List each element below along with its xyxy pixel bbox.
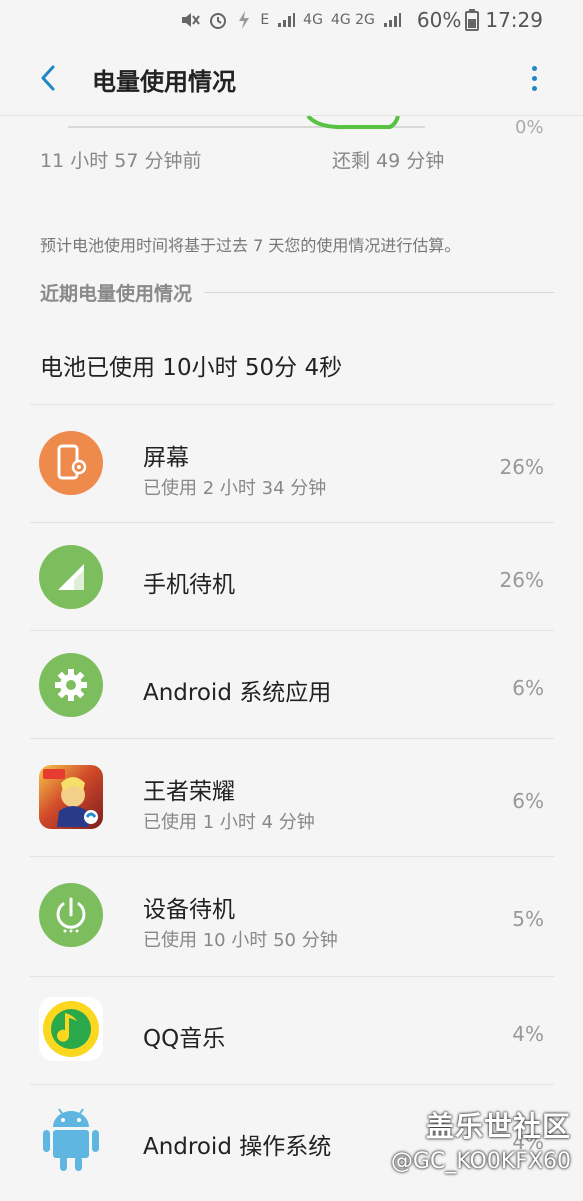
app-bar: 电量使用情况 [0, 40, 583, 116]
section-header: 近期电量使用情况 [40, 278, 554, 306]
graph-remaining-label: 还剩 49 分钟 [332, 150, 445, 172]
item-name: 屏幕 [143, 445, 189, 471]
item-name: Android 操作系统 [143, 1134, 332, 1160]
item-percent: 26% [499, 568, 544, 592]
graph-start-label: 11 小时 57 分钟前 [40, 150, 202, 172]
signal-icon-2 [383, 13, 401, 27]
item-name: 手机待机 [143, 572, 235, 598]
list-item-device-idle[interactable]: 设备待机 已使用 10 小时 50 分钟 5% [30, 856, 554, 977]
item-percent: 26% [499, 455, 544, 479]
more-dot-icon [531, 65, 537, 71]
status-icons: E 4G 4G 2G [180, 10, 401, 30]
list-item-android-system-apps[interactable]: Android 系统应用 6% [30, 630, 554, 739]
mute-icon [182, 13, 201, 27]
screen-icon [39, 431, 103, 495]
game-icon [39, 765, 103, 829]
item-name: QQ音乐 [143, 1026, 226, 1052]
status-bar: E 4G 4G 2G 60% 17:29 [0, 0, 583, 40]
item-name: Android 系统应用 [143, 680, 332, 706]
section-divider [204, 291, 554, 293]
item-name: 设备待机 [143, 897, 235, 923]
item-usage-time: 已使用 2 小时 34 分钟 [143, 478, 327, 499]
list-item-phone-idle[interactable]: 手机待机 26% [30, 522, 554, 631]
qq-music-icon [39, 997, 103, 1061]
battery-icon [465, 9, 480, 31]
gear-icon [39, 653, 103, 717]
power-icon [39, 883, 103, 947]
section-title: 近期电量使用情况 [40, 282, 193, 305]
network-type-4g: 4G [303, 12, 323, 28]
alarm-icon [210, 13, 227, 29]
list-item-qq-music[interactable]: QQ音乐 4% [30, 976, 554, 1085]
item-percent: 4% [512, 1022, 544, 1046]
graph-usage-line [306, 116, 400, 130]
android-icon [39, 1105, 103, 1171]
network-type-4g-2g: 4G 2G [330, 12, 375, 28]
graph-percent-label: 0% [515, 117, 544, 138]
back-arrow-icon [41, 65, 55, 91]
item-usage-time: 已使用 1 小时 4 分钟 [143, 812, 315, 833]
watermark-title: 盖乐世社区 [425, 1110, 571, 1143]
item-percent: 5% [512, 907, 544, 931]
back-button[interactable] [28, 58, 68, 98]
clock: 17:29 [485, 8, 543, 32]
item-percent: 6% [512, 676, 544, 700]
signal-icon-1 [278, 13, 296, 27]
signal-icon [39, 545, 103, 609]
page-title: 电量使用情况 [92, 68, 236, 96]
more-options-button[interactable] [520, 60, 548, 96]
item-usage-time: 已使用 10 小时 50 分钟 [143, 930, 338, 951]
item-name: 王者荣耀 [143, 779, 235, 805]
battery-used-total: 电池已使用 10小时 50分 4秒 [40, 355, 343, 381]
more-dot-icon [531, 85, 537, 91]
item-percent: 6% [512, 789, 544, 813]
more-dot-icon [531, 75, 537, 81]
battery-graph [68, 116, 425, 130]
list-item-honor-of-kings[interactable]: 王者荣耀 已使用 1 小时 4 分钟 6% [30, 738, 554, 857]
list-item-screen[interactable]: 屏幕 已使用 2 小时 34 分钟 26% [30, 404, 554, 523]
battery-percent: 60% [416, 8, 462, 32]
watermark: 盖乐世社区 @GC_KO0KFX60 [391, 1105, 571, 1174]
estimate-note: 预计电池使用时间将基于过去 7 天您的使用情况进行估算。 [40, 236, 461, 255]
watermark-handle: @GC_KO0KFX60 [390, 1149, 571, 1174]
data-saver-icon [239, 11, 250, 29]
network-type-e: E [260, 12, 270, 28]
